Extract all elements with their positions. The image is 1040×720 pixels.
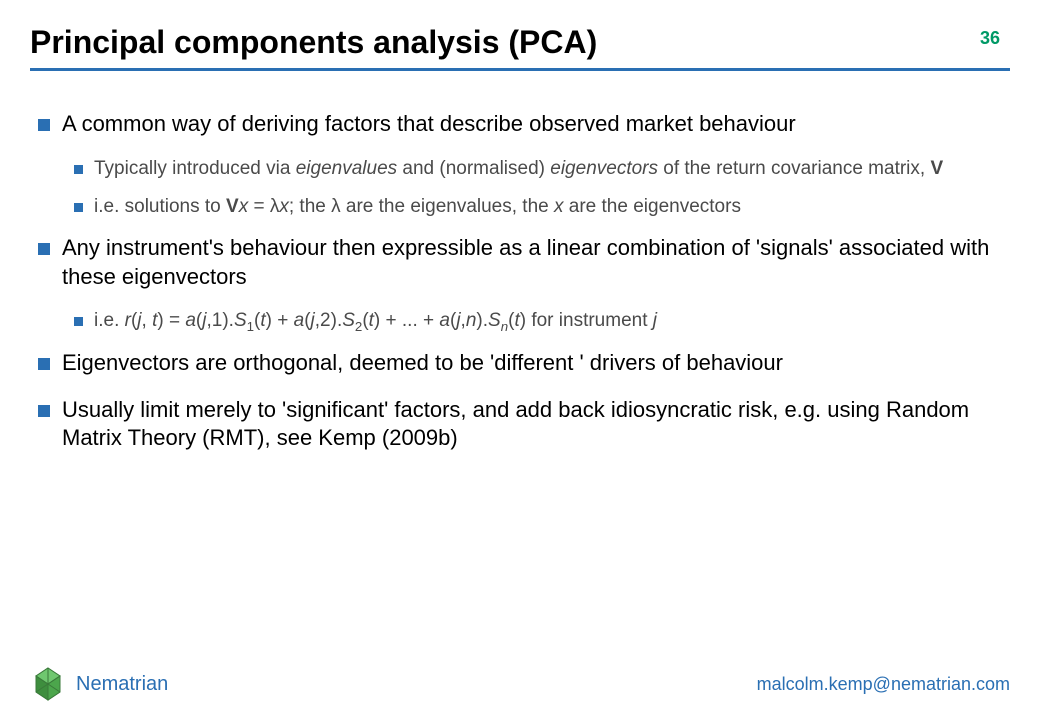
slide-header: Principal components analysis (PCA) [30, 24, 1010, 69]
bullet-bold: V [226, 196, 239, 217]
bullet-italic: eigenvectors [550, 158, 658, 179]
bullet-level1: Any instrument's behaviour then expressi… [30, 234, 1010, 291]
title-divider [30, 68, 1010, 71]
bullet-text-part: of the return covariance matrix, [658, 158, 930, 179]
slide: Principal components analysis (PCA) 36 A… [0, 0, 1040, 720]
bullet-italic: x [279, 196, 289, 217]
bullet-italic: a [294, 310, 305, 331]
bullet-italic: S [234, 310, 247, 331]
bullet-italic: a [185, 310, 196, 331]
bullet-text-part: Typically introduced via [94, 158, 296, 179]
subscript: 1 [247, 319, 254, 334]
subscript: n [501, 319, 508, 334]
footer-email: malcolm.kemp@nematrian.com [757, 674, 1010, 695]
bullet-text-part: i.e. solutions to [94, 196, 226, 217]
bullet-text-part: ) = [157, 310, 185, 331]
bullet-text-part: ; the λ are the eigenvalues, the [289, 196, 554, 217]
bullet-italic: a [439, 310, 450, 331]
bullet-text: Eigenvectors are orthogonal, deemed to b… [62, 350, 783, 375]
bullet-text: Usually limit merely to 'significant' fa… [62, 397, 969, 451]
slide-footer: Nematrian malcolm.kemp@nematrian.com [30, 666, 1010, 702]
bullet-text-part: are the eigenvectors [564, 196, 741, 217]
bullet-italic: S [342, 310, 355, 331]
bullet-text-part: ) for instrument [520, 310, 653, 331]
bullet-level1: A common way of deriving factors that de… [30, 110, 1010, 139]
bullet-italic: x [239, 196, 249, 217]
bullet-text-part: = λ [248, 196, 279, 217]
bullet-italic: eigenvalues [296, 158, 397, 179]
bullet-text: A common way of deriving factors that de… [62, 111, 796, 136]
bullet-level2: i.e. solutions to Vx = λx; the λ are the… [30, 195, 1010, 220]
slide-body: A common way of deriving factors that de… [30, 110, 1010, 471]
bullet-level2: i.e. r(j, t) = a(j,1).S1(t) + a(j,2).S2(… [30, 309, 1010, 335]
bullet-italic: x [554, 196, 564, 217]
bullet-bold: V [930, 158, 943, 179]
bullet-level1: Usually limit merely to 'significant' fa… [30, 396, 1010, 453]
brand: Nematrian [30, 666, 168, 702]
bullet-text-part: , [142, 310, 153, 331]
bullet-text-part: i.e. [94, 310, 125, 331]
bullet-text-part: ). [476, 310, 488, 331]
brand-logo-icon [30, 666, 66, 702]
bullet-italic: j [653, 310, 657, 331]
bullet-italic: n [466, 310, 477, 331]
bullet-text: Any instrument's behaviour then expressi… [62, 235, 989, 289]
bullet-text-part: ) + [266, 310, 294, 331]
bullet-text-part: ,2). [315, 310, 342, 331]
bullet-text-part: and (normalised) [397, 158, 550, 179]
brand-name: Nematrian [76, 673, 168, 696]
page-number: 36 [980, 28, 1000, 49]
bullet-level1: Eigenvectors are orthogonal, deemed to b… [30, 349, 1010, 378]
bullet-level2: Typically introduced via eigenvalues and… [30, 157, 1010, 182]
bullet-italic: S [488, 310, 501, 331]
bullet-text-part: ) + ... + [374, 310, 439, 331]
bullet-text-part: ,1). [206, 310, 233, 331]
slide-title: Principal components analysis (PCA) [30, 24, 1010, 61]
